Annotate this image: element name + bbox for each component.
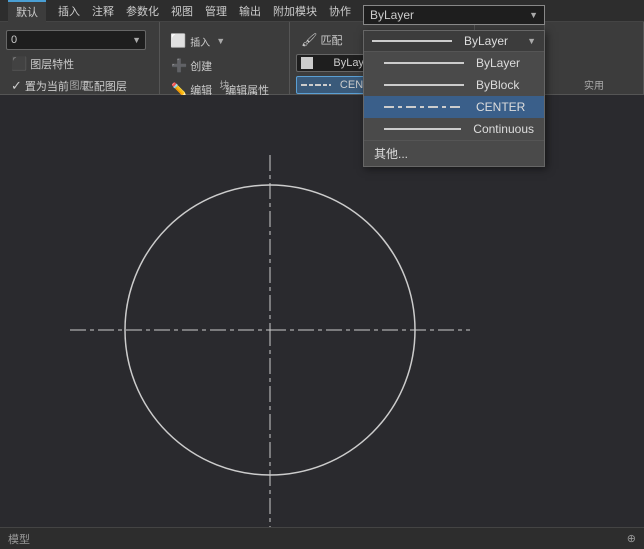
- dropdown-item-continuous[interactable]: Continuous: [364, 118, 544, 140]
- insert-btn[interactable]: ⬜ 插入 ▼: [166, 30, 229, 52]
- ribbon-tabs: 默认 插入 注释 参数化 视图 管理 输出 附加模块 协作 精选应用: [0, 0, 644, 22]
- center-preview: [384, 106, 464, 108]
- status-bar: 模型 ⊕: [0, 527, 644, 549]
- insert-arrow: ▼: [216, 36, 225, 46]
- drawing-area: [0, 95, 644, 549]
- layers-icon: ⬛: [11, 56, 27, 72]
- footer-label: 其他...: [374, 147, 408, 161]
- tab-addons[interactable]: 附加模块: [273, 3, 317, 19]
- center-item-label: CENTER: [476, 100, 525, 114]
- create-icon: ➕: [171, 58, 187, 74]
- byblock-preview: [384, 84, 464, 86]
- utils-section: 实用: [545, 22, 644, 94]
- tab-manage[interactable]: 管理: [205, 3, 227, 19]
- dropdown-item-bylayer-header[interactable]: ByLayer ▼: [364, 31, 544, 52]
- drawing-svg: [0, 95, 644, 549]
- dropdown-footer-other[interactable]: 其他...: [364, 140, 544, 166]
- byblock-item-label: ByBlock: [476, 78, 519, 92]
- bylayer-preview: [384, 62, 464, 64]
- tab-collab[interactable]: 协作: [329, 3, 351, 19]
- continuous-preview: [384, 128, 461, 130]
- match-props-btn[interactable]: 🖌 匹配: [296, 30, 348, 50]
- tab-output[interactable]: 输出: [239, 3, 261, 19]
- utils-section-label: 实用: [545, 77, 643, 92]
- dropdown-bylayer-label: ByLayer: [464, 34, 508, 48]
- dropdown-arrow: ▼: [527, 36, 536, 46]
- bylayer-item-label: ByLayer: [476, 56, 520, 70]
- bylayer-line-preview: [372, 40, 452, 42]
- layer-combo[interactable]: 0 ▼: [6, 30, 146, 50]
- create-btn[interactable]: ➕ 创建: [166, 56, 217, 76]
- linetype-dropdown: ByLayer ▼ ByLayer ByBlock CENTER Continu…: [363, 30, 545, 167]
- layer-name-label: 0: [11, 34, 17, 46]
- bylayer-arrow: ▼: [529, 10, 538, 20]
- dropdown-item-bylayer[interactable]: ByLayer: [364, 52, 544, 74]
- dropdown-item-byblock[interactable]: ByBlock: [364, 74, 544, 96]
- dropdown-item-center[interactable]: CENTER: [364, 96, 544, 118]
- tab-parametric[interactable]: 参数化: [126, 3, 159, 19]
- bylayer-top-combo[interactable]: ByLayer ▼: [363, 5, 545, 25]
- color-swatch: [301, 57, 313, 69]
- layer-section: 0 ▼ ⬛ 图层特性 ✓ 置为当前 匹配图层 图层: [0, 22, 160, 94]
- layer-section-label: 图层: [0, 77, 159, 92]
- bylayer-label: ByLayer: [370, 8, 414, 22]
- continuous-item-label: Continuous: [473, 122, 534, 136]
- block-section: ⬜ 插入 ▼ ➕ 创建 ✏️ 编辑 编辑属性: [160, 22, 290, 94]
- ribbon-body: 0 ▼ ⬛ 图层特性 ✓ 置为当前 匹配图层 图层 ⬜: [0, 22, 644, 95]
- match-icon: 🖌: [301, 32, 318, 48]
- insert-icon: ⬜: [170, 33, 186, 49]
- tab-insert[interactable]: 插入: [58, 3, 80, 19]
- tab-annotate[interactable]: 注释: [92, 3, 114, 19]
- coords-display: 模型: [8, 531, 30, 547]
- snap-indicator: ⊕: [627, 532, 636, 545]
- block-section-label: 块: [160, 77, 289, 92]
- tab-default[interactable]: 默认: [8, 0, 46, 22]
- layer-dropdown-arrow: ▼: [132, 35, 141, 45]
- layer-props-btn[interactable]: ⬛ 图层特性: [6, 54, 79, 74]
- tab-view[interactable]: 视图: [171, 3, 193, 19]
